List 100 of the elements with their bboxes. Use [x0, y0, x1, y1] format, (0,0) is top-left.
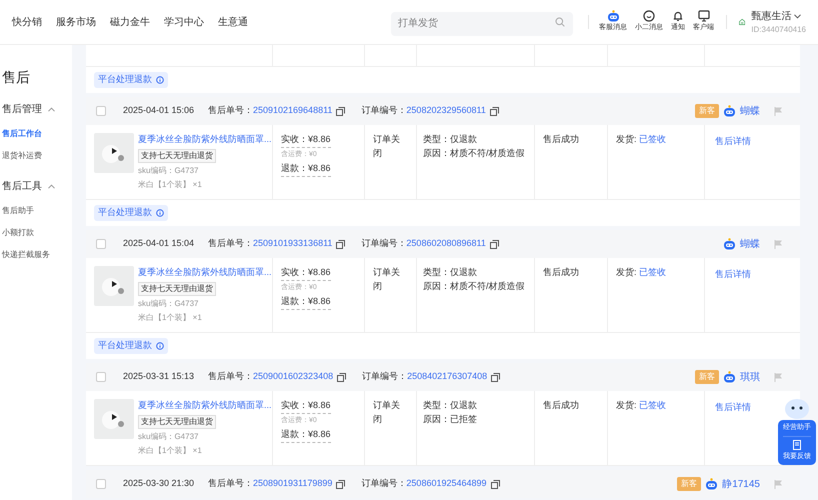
product-title[interactable]: 夏季冰丝全脸防紫外线防晒面罩...: [138, 133, 272, 146]
search-field[interactable]: 打单发货: [391, 12, 573, 36]
search-icon[interactable]: [555, 17, 565, 27]
chevron-down-icon[interactable]: [794, 14, 802, 18]
after-sale-number[interactable]: 2509001602323408: [253, 370, 334, 384]
new-customer-badge: 新客: [695, 370, 719, 384]
nav-link[interactable]: 快分销: [12, 14, 42, 30]
detail-link[interactable]: 售后详情: [715, 136, 751, 146]
new-customer-badge: 新客: [695, 104, 719, 118]
chevron-icon[interactable]: [48, 184, 55, 189]
order-status: 订单关闭: [373, 266, 401, 292]
nav-link[interactable]: 服务市场: [56, 14, 96, 30]
product-spec: 米白【1个装】 ×1: [138, 444, 202, 456]
order-number[interactable]: 2508202329560811: [406, 104, 486, 118]
product-title[interactable]: 夏季冰丝全脸防紫外线防晒面罩...: [138, 266, 272, 280]
shipping-label: 发货:: [616, 400, 638, 410]
buyer-name[interactable]: 静17145: [722, 476, 760, 492]
robot-icon: [723, 371, 736, 383]
refund-tag: 平台处理退款: [94, 205, 168, 221]
chevron-icon[interactable]: [48, 107, 55, 112]
robot-icon: [606, 10, 620, 22]
order-number-label: 订单编号：: [361, 477, 406, 490]
sidebar-item[interactable]: 小额打款: [2, 222, 72, 244]
order-time: 2025-03-31 15:13: [123, 370, 196, 384]
detail-link[interactable]: 售后详情: [715, 402, 751, 412]
checkbox[interactable]: [96, 372, 106, 382]
shipping-status[interactable]: 已签收: [639, 134, 666, 144]
product-spec: 米白【1个装】 ×1: [138, 312, 202, 324]
copy-icon[interactable]: [336, 240, 346, 248]
order-number-label: 订单编号：: [362, 370, 408, 384]
new-customer-badge: 新客: [677, 477, 702, 491]
bell-icon: [672, 10, 684, 22]
flag-icon[interactable]: [774, 480, 782, 488]
copy-icon[interactable]: [491, 372, 500, 382]
product-title[interactable]: 夏季冰丝全脸防紫外线防晒面罩...: [138, 399, 272, 412]
robot-icon: [705, 478, 718, 490]
shipping-label: 发货:: [616, 134, 638, 144]
sidebar-item[interactable]: 快递拦截服务: [2, 244, 72, 266]
copy-icon[interactable]: [336, 106, 346, 116]
sidebar-item[interactable]: 退货补运费: [2, 145, 72, 167]
refund-amount: 退款：¥8.86: [281, 162, 331, 176]
refund-type: 类型：仅退款: [423, 399, 478, 412]
detail-link[interactable]: 售后详情: [715, 269, 751, 279]
shop-name[interactable]: 甄惠生活: [751, 8, 792, 24]
nav-link[interactable]: 磁力金牛: [110, 14, 150, 30]
refund-reason: 原因：材质不符/材质造假: [423, 146, 526, 160]
copy-icon[interactable]: [490, 240, 499, 248]
product-spec: 米白【1个装】 ×1: [138, 178, 202, 190]
refund-reason: 原因：已拒签: [423, 412, 478, 426]
checkbox[interactable]: [96, 106, 106, 116]
after-sale-number[interactable]: 2509102169648811: [253, 104, 332, 118]
sku-code: sku编码：G4737: [138, 164, 198, 176]
refund-tag: 平台处理退款: [94, 338, 168, 354]
mask-product-icon: [101, 408, 127, 430]
sidebar-group[interactable]: 售后管理: [2, 102, 42, 117]
sidebar-item[interactable]: 售后工作台: [2, 123, 72, 145]
after-sale-result: 售后成功: [543, 134, 579, 144]
shipping-status[interactable]: 已签收: [639, 400, 666, 410]
sidebar-group[interactable]: 售后工具: [2, 179, 42, 194]
received-amount: 实收：¥8.86: [281, 399, 331, 414]
order-status: 订单关闭: [373, 133, 401, 160]
copy-icon[interactable]: [490, 106, 499, 116]
buyer-name[interactable]: 琪琪: [740, 370, 760, 384]
after-sale-result: 售后成功: [543, 267, 579, 277]
return-policy-tag: 支持七天无理由退货: [138, 148, 216, 162]
shipping-status[interactable]: 已签收: [639, 267, 666, 277]
after-sale-number[interactable]: 2508901931179899: [253, 477, 332, 491]
order-status: 订单关闭: [373, 399, 401, 426]
flag-icon[interactable]: [774, 240, 782, 248]
received-amount: 实收：¥8.86: [281, 266, 331, 280]
received-amount: 实收：¥8.86: [281, 133, 331, 148]
sku-code: sku编码：G4737: [138, 430, 198, 442]
refund-tag: 平台处理退款: [94, 72, 168, 88]
copy-icon[interactable]: [490, 480, 500, 488]
copy-icon[interactable]: [336, 480, 346, 488]
checkbox[interactable]: [96, 239, 106, 249]
order-number[interactable]: 2508602080896811: [406, 237, 486, 251]
buyer-name[interactable]: 蝴蝶: [740, 104, 760, 118]
sku-code: sku编码：G4737: [138, 298, 198, 310]
after-sale-label: 售后单号：: [208, 104, 253, 118]
after-sale-number[interactable]: 2509101933136811: [253, 237, 332, 251]
after-sale-label: 售后单号：: [208, 477, 253, 490]
info-icon: [156, 342, 164, 350]
order-number[interactable]: 2508402176307408: [407, 370, 488, 384]
robot-icon: [723, 238, 736, 250]
sidebar-title: 售后: [2, 68, 31, 87]
after-sale-label: 售后单号：: [208, 237, 253, 250]
info-icon: [156, 76, 164, 84]
flag-icon[interactable]: [774, 106, 782, 116]
document-icon[interactable]: [793, 440, 801, 450]
copy-icon[interactable]: [337, 372, 346, 382]
order-number-label: 订单编号：: [361, 104, 406, 118]
monitor-icon: [698, 10, 710, 22]
buyer-name[interactable]: 蝴蝶: [740, 236, 760, 252]
sidebar-item[interactable]: 售后助手: [2, 200, 72, 222]
nav-link[interactable]: 生意通: [218, 14, 248, 30]
order-number[interactable]: 2508601925464899: [406, 477, 487, 491]
checkbox[interactable]: [96, 479, 106, 489]
flag-icon[interactable]: [774, 372, 782, 382]
nav-link[interactable]: 学习中心: [164, 14, 204, 30]
